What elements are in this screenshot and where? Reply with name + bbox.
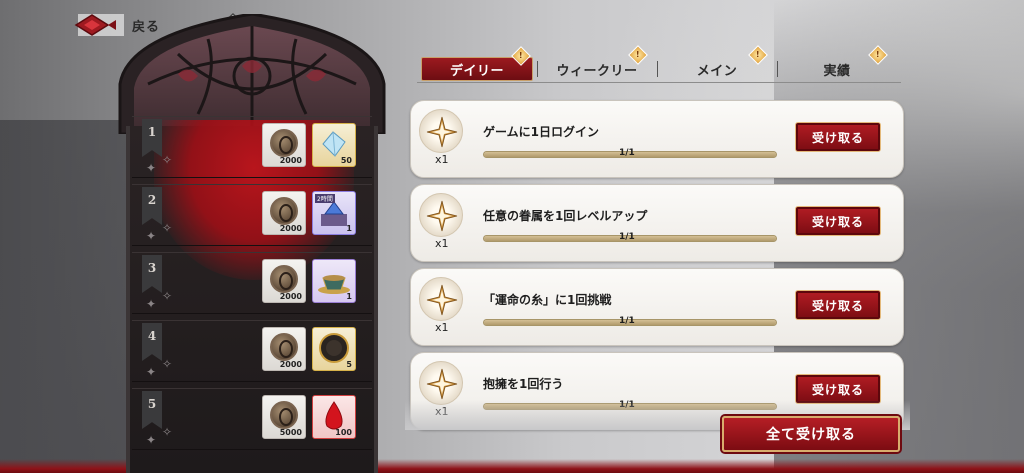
tab-achievements[interactable]: 実績 ! <box>781 45 893 81</box>
reward-multiplier: x1 <box>435 153 449 166</box>
mission-title: ゲームに1日ログイン <box>483 125 599 139</box>
tab-daily-badge: ! <box>511 46 531 66</box>
sparkle-icon: ✦ <box>146 365 157 379</box>
reward-item[interactable]: 100 <box>312 395 356 439</box>
star-reward-icon <box>426 368 458 400</box>
sparkle-icon: ✧ <box>162 425 173 439</box>
star-reward-icon <box>426 284 458 316</box>
tab-main[interactable]: メイン ! <box>661 45 773 81</box>
mission-card: x1 「運命の糸」に1回挑戦 1/1 受け取る <box>410 268 904 346</box>
reward-multiplier: x1 <box>435 237 449 250</box>
reward-row: 5 ✦ ✧ 5000 100 <box>132 388 372 450</box>
sparkle-icon: ✦ <box>146 433 157 447</box>
reward-orb[interactable] <box>419 277 463 321</box>
tab-achievements-label: 実績 <box>823 63 851 79</box>
coin-icon <box>270 265 298 293</box>
star-reward-icon <box>426 200 458 232</box>
tab-daily-label: デイリー <box>449 63 504 79</box>
reward-orb[interactable] <box>419 193 463 237</box>
sparkle-icon: ✧ <box>162 289 173 303</box>
progress-text: 1/1 <box>619 316 635 326</box>
mission-tabs: デイリー ! ウィークリー ! メイン ! 実績 ! <box>417 45 901 83</box>
tab-weekly[interactable]: ウィークリー ! <box>541 45 653 81</box>
reward-row: 2 ✦ ✧ 2000 2時間 1 <box>132 184 372 246</box>
reward-row: 4 ✦ ✧ 2000 5 <box>132 320 372 382</box>
reward-row: 3 ✦ ✧ 2000 1 <box>132 252 372 314</box>
reward-item[interactable]: 5 <box>312 327 356 371</box>
sparkle-icon: ✧ <box>162 153 173 167</box>
item-quantity: 2000 <box>279 292 302 301</box>
item-quantity: 5000 <box>279 428 302 437</box>
item-quantity: 2000 <box>279 360 302 369</box>
star-reward-icon <box>426 116 458 148</box>
reward-item[interactable]: 2000 <box>262 123 306 167</box>
claim-button[interactable]: 受け取る <box>795 206 881 236</box>
reward-item[interactable]: 2000 <box>262 191 306 235</box>
sparkle-icon: ✦ <box>146 229 157 243</box>
reward-item[interactable]: 2000 <box>262 259 306 303</box>
rank-marker: 2 <box>142 187 162 225</box>
claim-button[interactable]: 受け取る <box>795 290 881 320</box>
sparkle-icon: ✧ <box>162 221 173 235</box>
sparkle-icon: ✦ <box>146 297 157 311</box>
mission-title: 抱擁を1回行う <box>483 377 564 391</box>
mission-title: 任意の眷属を1回レベルアップ <box>483 209 648 223</box>
reward-item[interactable]: 50 <box>312 123 356 167</box>
progress-text: 1/1 <box>619 148 635 158</box>
item-quantity: 2000 <box>279 224 302 233</box>
reward-orb[interactable] <box>419 361 463 405</box>
sparkle-icon: ✦ <box>146 161 157 175</box>
item-quantity: 100 <box>335 428 352 437</box>
item-quantity: 50 <box>340 156 352 165</box>
claim-all-button[interactable]: 全て受け取る <box>722 416 900 452</box>
reward-item[interactable]: 2000 <box>262 327 306 371</box>
item-quantity: 5 <box>346 360 352 369</box>
tab-weekly-label: ウィークリー <box>556 63 638 79</box>
rank-marker: 3 <box>142 255 162 293</box>
item-quantity: 1 <box>346 224 352 233</box>
mission-title: 「運命の糸」に1回挑戦 <box>483 293 612 307</box>
rank-marker: 5 <box>142 391 162 429</box>
tab-main-badge: ! <box>748 45 768 65</box>
mission-card: x1 ゲームに1日ログイン 1/1 受け取る <box>410 100 904 178</box>
coin-icon <box>270 401 298 429</box>
background-ruins <box>0 120 130 473</box>
reward-row: 1 ✦ ✧ 2000 50 <box>132 116 372 178</box>
reward-item[interactable]: 5000 <box>262 395 306 439</box>
progress-text: 1/1 <box>619 232 635 242</box>
sparkle-icon: ✧ <box>162 357 173 371</box>
tab-daily[interactable]: デイリー ! <box>421 46 533 81</box>
coin-icon <box>270 333 298 361</box>
tab-divider <box>777 61 778 77</box>
item-quantity: 2000 <box>279 156 302 165</box>
item-quantity: 1 <box>346 292 352 301</box>
tab-main-label: メイン <box>696 63 738 79</box>
tab-divider <box>657 61 658 77</box>
duration-tag: 2時間 <box>315 194 335 203</box>
reward-item[interactable]: 2時間 1 <box>312 191 356 235</box>
reward-item[interactable]: 1 <box>312 259 356 303</box>
coin-icon <box>270 197 298 225</box>
rank-marker: 1 <box>142 119 162 157</box>
reward-orb[interactable] <box>419 109 463 153</box>
claim-button[interactable]: 受け取る <box>795 122 881 152</box>
back-arrow-icon <box>74 14 124 36</box>
rank-marker: 4 <box>142 323 162 361</box>
reward-multiplier: x1 <box>435 321 449 334</box>
mission-card: x1 任意の眷属を1回レベルアップ 1/1 受け取る <box>410 184 904 262</box>
tab-divider <box>537 61 538 77</box>
coin-icon <box>270 129 298 157</box>
